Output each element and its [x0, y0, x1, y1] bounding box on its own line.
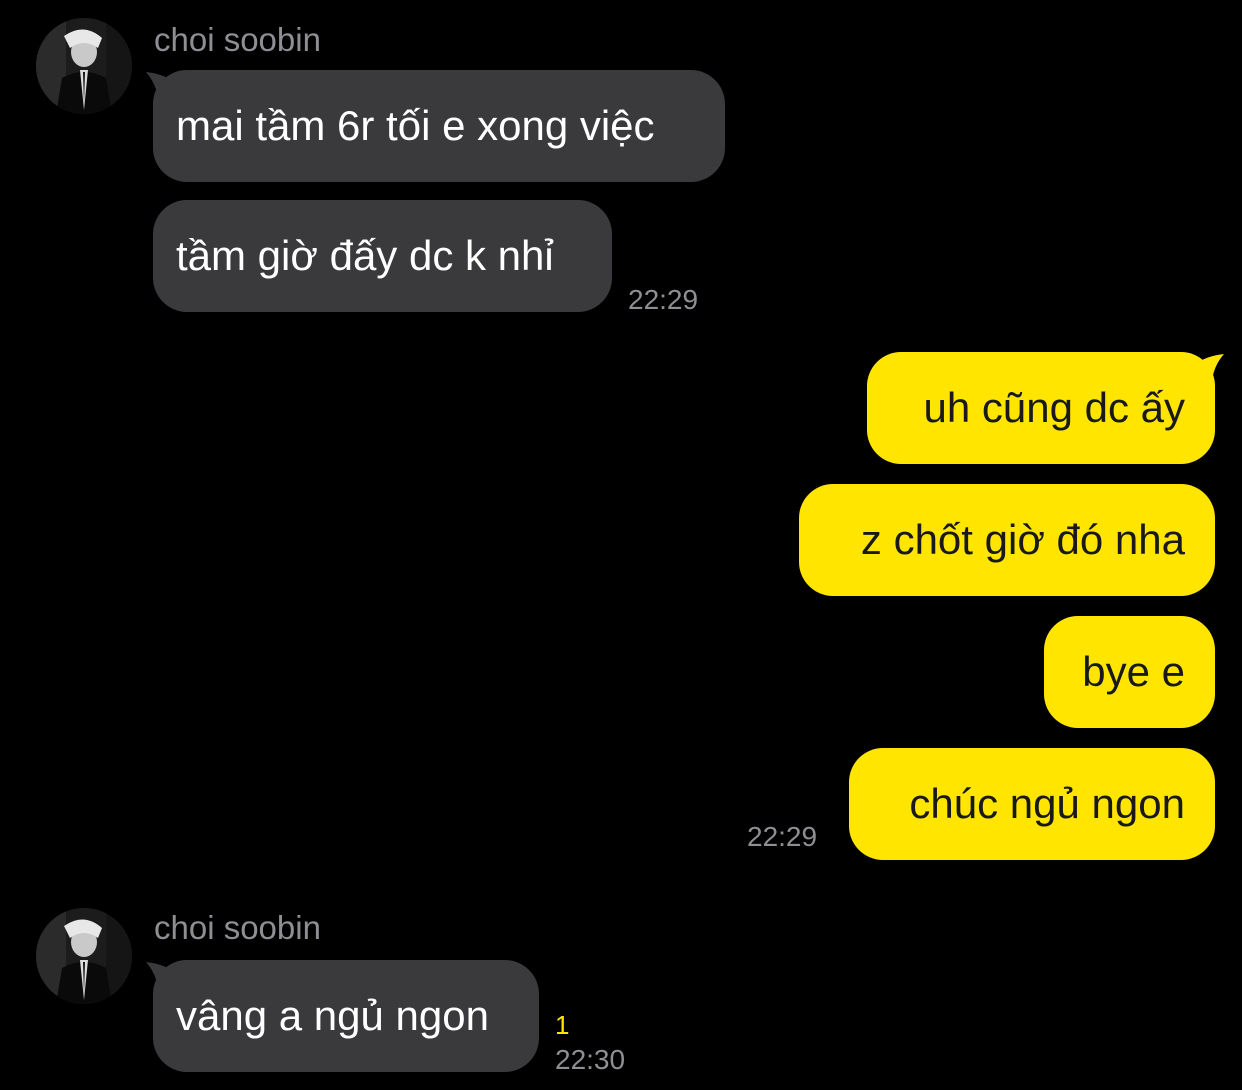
outgoing-message[interactable]: bye e [1044, 616, 1215, 728]
message-timestamp: 22:29 [628, 284, 699, 315]
message-timestamp: 22:29 [747, 821, 818, 852]
outgoing-message[interactable]: uh cũng dc ấy [867, 352, 1215, 464]
profile-photo-icon [36, 18, 132, 114]
sender-name: choi soobin [154, 909, 321, 946]
incoming-message[interactable]: mai tầm 6r tối e xong việc [153, 70, 725, 182]
outgoing-message[interactable]: chúc ngủ ngon [849, 748, 1215, 860]
outgoing-message[interactable]: z chốt giờ đó nha [799, 484, 1215, 596]
profile-photo-icon [36, 908, 132, 1004]
unread-count: 1 [555, 1010, 570, 1040]
sender-avatar[interactable] [36, 18, 132, 114]
incoming-message[interactable]: tầm giờ đấy dc k nhỉ [153, 200, 612, 312]
sender-name: choi soobin [154, 21, 321, 58]
sender-avatar[interactable] [36, 908, 132, 1004]
incoming-message[interactable]: vâng a ngủ ngon [153, 960, 539, 1072]
message-timestamp: 22:30 [555, 1044, 626, 1075]
